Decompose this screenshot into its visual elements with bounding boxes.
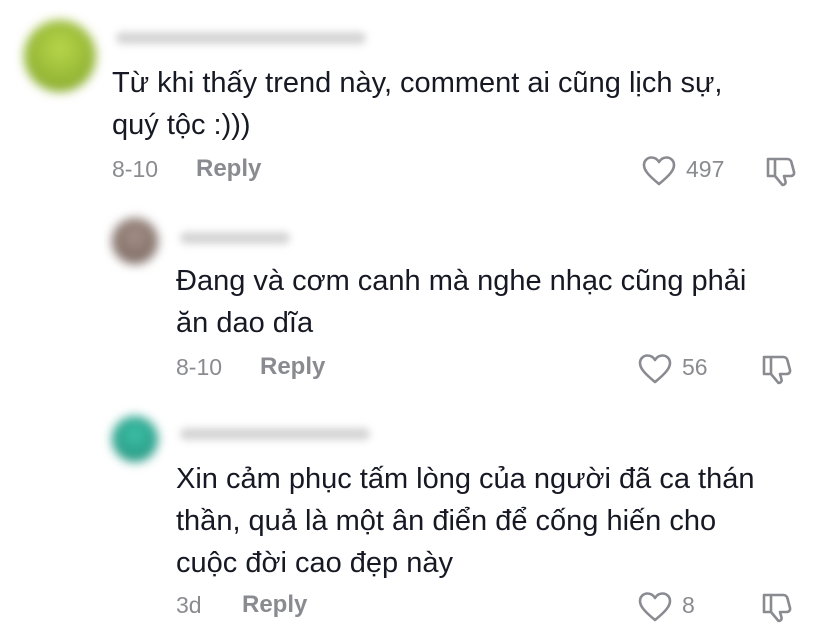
like-count: 8 [682, 592, 695, 618]
comment-text-line: quý tộc :))) [112, 109, 251, 141]
username[interactable] [180, 428, 370, 440]
heart-outline-icon[interactable] [642, 156, 676, 186]
comment-text-line: Đang và cơm canh mà nghe nhạc cũng phải [176, 265, 747, 297]
comment-text-line: thần, quả là một ân điển để cống hiến ch… [176, 505, 717, 537]
like-count: 497 [686, 156, 725, 182]
avatar[interactable] [24, 20, 96, 92]
thumbs-down-icon[interactable] [764, 154, 798, 188]
comment-date: 8-10 [112, 156, 159, 182]
reply-button[interactable]: Reply [260, 353, 325, 381]
comment-text-line: Từ khi thấy trend này, comment ai cũng l… [112, 67, 723, 99]
comment-meta: 8-10 Reply 497 [0, 154, 828, 190]
avatar[interactable] [112, 416, 158, 462]
thumbs-down-icon[interactable] [760, 590, 794, 624]
comment-meta: 3d Reply 8 [0, 590, 828, 626]
comment-text-line: Xin cảm phục tấm lòng của người đã ca th… [176, 463, 755, 495]
reply-button[interactable]: Reply [242, 591, 307, 619]
thumbs-down-icon[interactable] [760, 352, 794, 386]
comment-text-line: cuộc đời cao đẹp này [176, 547, 453, 579]
avatar[interactable] [112, 218, 158, 264]
comment-date: 8-10 [176, 354, 223, 380]
reply-button[interactable]: Reply [196, 155, 261, 183]
heart-outline-icon[interactable] [638, 592, 672, 622]
username[interactable] [180, 232, 290, 244]
comment-meta: 8-10 Reply 56 [0, 352, 828, 388]
comment-date: 3d [176, 592, 202, 618]
comment-text-line: ăn dao dĩa [176, 307, 314, 339]
like-count: 56 [682, 354, 708, 380]
username[interactable] [116, 32, 366, 44]
heart-outline-icon[interactable] [638, 354, 672, 384]
